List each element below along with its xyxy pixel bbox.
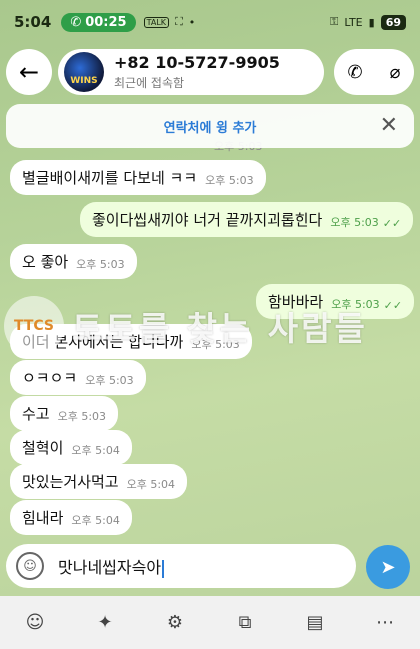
talk-badge-icon: TALK [143,16,170,28]
emoji-icon[interactable]: ☺ [16,552,44,580]
phone-icon: ✆ [70,14,82,30]
add-contact-bar[interactable]: 연락처에 윙 추가 ✕ [6,104,414,148]
message-composer[interactable]: ☺ 맛나네씹자슥아 [6,544,356,588]
network-label: LTE [344,15,363,29]
double-check-icon: ✓✓ [383,299,403,312]
message-bubble[interactable]: 힘내라 오후 5:04 [10,500,132,535]
clock: 5:04 [14,13,52,31]
clipboard-icon[interactable]: ▤ [297,605,333,641]
message-time: 오후 5:03 [331,298,380,311]
send-button[interactable]: ➤ [366,545,410,589]
message-time: 오후 5:03 [205,174,254,187]
message-time: 오후 5:03 [57,410,107,423]
avatar: WINS [64,52,104,92]
status-bar: 5:04 ✆ 00:25 TALK ⛶ • ⚿ LTE ▮ 69 [0,0,420,44]
translate-icon[interactable]: ⧉ [227,605,263,641]
message-bubble[interactable]: 오 좋아 오후 5:03 [10,244,137,279]
arrow-left-icon: ← [18,58,40,86]
attach-icon[interactable]: ⌀ [390,62,401,83]
ai-sparkle-icon[interactable]: ✦ [87,605,123,641]
ongoing-call-pill[interactable]: ✆ 00:25 [61,12,136,32]
contact-info[interactable]: WINS +82 10-5727-9905 최근에 접속함 [58,49,324,95]
call-icon[interactable]: ✆ [348,62,363,83]
message-time: 오후 5:03 [191,338,240,351]
more-icon[interactable]: ⋯ [367,605,403,641]
scan-icon: ⛶ [175,15,183,28]
send-icon: ➤ [380,556,396,578]
key-icon: ⚿ [329,15,339,28]
message-time: 오후 5:03 [330,216,379,229]
close-icon[interactable]: ✕ [380,113,398,138]
dot-icon: • [188,15,196,29]
message-text: 좋이다씹새끼야 너거 끝까지괴롭힌다 [92,211,323,229]
message-bubble[interactable]: ㅇㅋㅇㅋ 오후 5:03 [10,360,146,395]
message-text: 오 좋아 [22,253,69,271]
call-timer: 00:25 [85,14,127,30]
message-time: 오후 5:03 [85,374,134,387]
emoji-keyboard-icon[interactable]: ☺ [17,605,53,641]
message-text: ㅇㅋㅇㅋ [22,369,78,387]
message-bubble[interactable]: 이더 본사에서는 합니다까 오후 5:03 [10,324,252,359]
header-actions: ✆ ⌀ [334,49,414,95]
message-bubble[interactable]: 함바바라 오후 5:03 ✓✓ [256,284,415,319]
message-bubble[interactable]: 좋이다씹새끼야 너거 끝까지괴롭힌다 오후 5:03 ✓✓ [80,202,414,237]
contact-phone: +82 10-5727-9905 [114,53,280,72]
double-check-icon: ✓✓ [382,217,402,230]
message-bubble[interactable]: 별글배이새끼를 다보네 ㅋㅋ 오후 5:03 [10,160,266,195]
settings-gear-icon[interactable]: ⚙ [157,605,193,641]
keyboard-toolbar: ☺ ✦ ⚙ ⧉ ▤ ⋯ [0,596,420,649]
text-caret [162,559,165,578]
message-text: 힘내라 [22,509,64,527]
message-time: 오후 5:04 [71,514,120,527]
message-time: 오후 5:04 [126,478,176,491]
back-button[interactable]: ← [6,49,52,95]
message-text: 이더 본사에서는 합니다까 [22,333,184,351]
last-seen: 최근에 접속함 [114,76,185,90]
message-bubble[interactable]: 수고 오후 5:03 [10,396,119,431]
message-text: 철혁이 [22,439,64,457]
battery-icon: 69 [380,14,406,30]
signal-icon: ▮ [368,15,375,29]
message-bubble[interactable]: 맛있는거사먹고 오후 5:04 [10,464,188,499]
message-bubble[interactable]: 철혁이 오후 5:04 [10,430,132,465]
message-text: 별글배이새끼를 다보네 ㅋㅋ [22,169,198,187]
chat-header: ← WINS +82 10-5727-9905 최근에 접속함 ✆ ⌀ [6,46,414,98]
message-time: 오후 5:04 [71,444,120,457]
add-contact-label[interactable]: 연락처에 윙 추가 [164,117,257,136]
message-text: 맛있는거사먹고 [22,473,119,491]
message-time: 오후 5:03 [76,258,125,271]
message-text: 함바바라 [268,293,324,311]
message-text: 수고 [22,405,50,423]
message-input[interactable]: 맛나네씹자슥아 [58,558,161,577]
